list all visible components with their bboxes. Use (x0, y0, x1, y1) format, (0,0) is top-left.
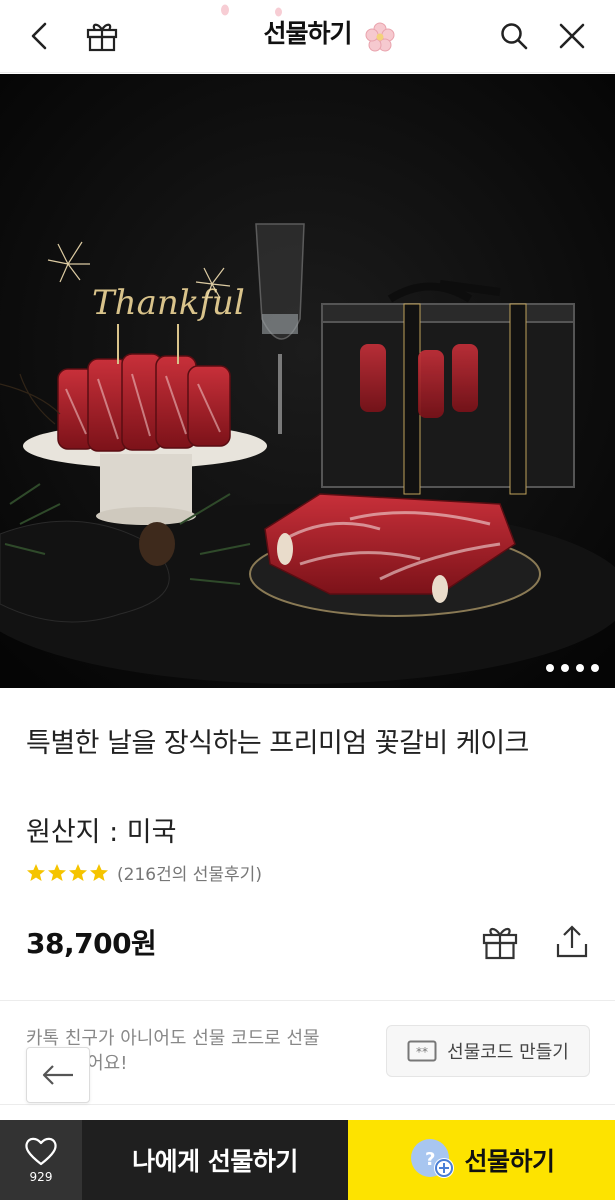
star-icon (90, 863, 108, 881)
gift-to-self-button[interactable]: 나에게 선물하기 (82, 1120, 348, 1200)
star-icon (69, 863, 87, 881)
carousel-indicator (546, 664, 599, 672)
share-icon (556, 925, 588, 958)
bottom-action-bar: 929 나에게 선물하기 ? 선물하기 (0, 1120, 615, 1200)
like-count: 929 (29, 1170, 53, 1184)
gift-box-icon (482, 927, 518, 960)
petal-decoration-icon (275, 7, 282, 17)
carousel-dot[interactable] (561, 664, 569, 672)
star-icon (27, 863, 45, 881)
review-count-link[interactable]: (216건의 선물후기) (117, 860, 262, 885)
search-button[interactable] (490, 12, 538, 60)
star-icon (48, 863, 66, 881)
section-divider (0, 1104, 615, 1105)
send-gift-label: 선물하기 (464, 1147, 555, 1176)
share-button[interactable] (550, 920, 594, 964)
carousel-dot[interactable] (591, 664, 599, 672)
carousel-dot-active[interactable] (546, 664, 554, 672)
floating-back-button[interactable] (26, 1047, 90, 1103)
section-divider (0, 1000, 615, 1001)
like-button[interactable]: 929 (0, 1120, 82, 1200)
svg-text:?: ? (426, 1149, 436, 1170)
top-app-bar: 선물하기 (0, 0, 615, 73)
cherry-blossom-icon (365, 22, 395, 52)
create-gift-code-label: 선물코드 만들기 (447, 1042, 569, 1063)
product-origin: 원산지 : 미국 (26, 817, 177, 848)
close-icon (559, 23, 585, 49)
product-image-carousel[interactable]: Thankful (0, 74, 615, 688)
send-gift-button[interactable]: ? 선물하기 (348, 1120, 615, 1200)
search-icon (501, 23, 528, 50)
product-price: 38,700원 (26, 927, 157, 960)
heart-icon (25, 1137, 57, 1166)
product-photo: Thankful (0, 74, 615, 688)
arrow-left-icon (42, 1065, 73, 1085)
wishlist-gift-button[interactable] (478, 920, 522, 964)
product-title: 특별한 날을 장식하는 프리미엄 꽃갈비 케이크 (26, 728, 529, 759)
rating-stars (26, 863, 109, 883)
gift-code-icon: ** (407, 1040, 437, 1062)
cake-topper-text: Thankful (92, 283, 245, 323)
petal-decoration-icon (221, 4, 229, 16)
carousel-dot[interactable] (576, 664, 584, 672)
product-rating[interactable]: (216건의 선물후기) (26, 860, 262, 885)
create-gift-code-button[interactable]: ** 선물코드 만들기 (386, 1025, 590, 1077)
close-button[interactable] (548, 12, 596, 60)
svg-text:**: ** (416, 1045, 428, 1059)
add-friend-avatar-icon: ? (411, 1139, 455, 1178)
